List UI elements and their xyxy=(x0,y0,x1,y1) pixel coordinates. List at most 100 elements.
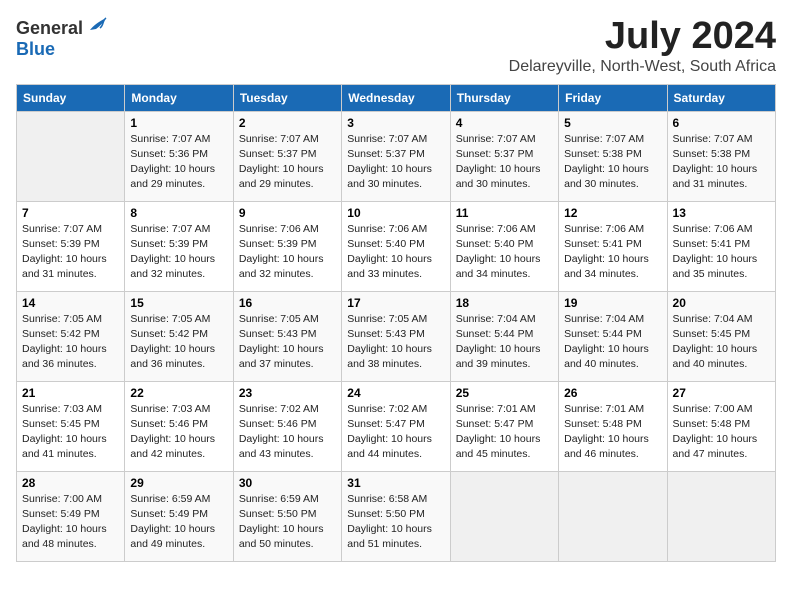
location-title: Delareyville, North-West, South Africa xyxy=(509,58,776,76)
day-number: 11 xyxy=(456,206,553,220)
day-number: 26 xyxy=(564,386,661,400)
day-number: 22 xyxy=(130,386,227,400)
calendar-table: SundayMondayTuesdayWednesdayThursdayFrid… xyxy=(16,84,776,562)
day-number: 18 xyxy=(456,296,553,310)
calendar-week-row: 28Sunrise: 7:00 AM Sunset: 5:49 PM Dayli… xyxy=(17,471,776,561)
day-info: Sunrise: 7:04 AM Sunset: 5:44 PM Dayligh… xyxy=(456,312,553,373)
day-info: Sunrise: 7:03 AM Sunset: 5:45 PM Dayligh… xyxy=(22,402,119,463)
calendar-cell: 23 Sunrise: 7:02 AM Sunset: 5:46 PM Dayli… xyxy=(233,381,341,471)
calendar-cell: 25 Sunrise: 7:01 AM Sunset: 5:47 PM Dayli… xyxy=(450,381,558,471)
calendar-cell xyxy=(450,471,558,561)
calendar-cell: 6 Sunrise: 7:07 AM Sunset: 5:38 PM Daylig… xyxy=(667,111,775,201)
calendar-cell xyxy=(667,471,775,561)
header-day-monday: Monday xyxy=(125,84,233,111)
day-number: 24 xyxy=(347,386,444,400)
calendar-cell: 2 Sunrise: 7:07 AM Sunset: 5:37 PM Daylig… xyxy=(233,111,341,201)
day-number: 8 xyxy=(130,206,227,220)
day-number: 30 xyxy=(239,476,336,490)
calendar-cell: 7Sunrise: 7:07 AM Sunset: 5:39 PM Daylig… xyxy=(17,201,125,291)
calendar-cell: 14 Sunrise: 7:05 AM Sunset: 5:42 PM Dayli… xyxy=(17,291,125,381)
day-number: 28 xyxy=(22,476,119,490)
calendar-cell: 12 Sunrise: 7:06 AM Sunset: 5:41 PM Dayli… xyxy=(559,201,667,291)
calendar-cell: 17 Sunrise: 7:05 AM Sunset: 5:43 PM Dayli… xyxy=(342,291,450,381)
logo-general: General xyxy=(16,18,83,38)
header-day-friday: Friday xyxy=(559,84,667,111)
day-number: 2 xyxy=(239,116,336,130)
day-number: 29 xyxy=(130,476,227,490)
day-number: 14 xyxy=(22,296,119,310)
day-number: 31 xyxy=(347,476,444,490)
day-info: Sunrise: 7:02 AM Sunset: 5:46 PM Dayligh… xyxy=(239,402,336,463)
day-info: Sunrise: 6:59 AM Sunset: 5:49 PM Dayligh… xyxy=(130,492,227,553)
day-info: Sunrise: 6:58 AM Sunset: 5:50 PM Dayligh… xyxy=(347,492,444,553)
logo: General Blue xyxy=(16,16,110,60)
calendar-cell: 13 Sunrise: 7:06 AM Sunset: 5:41 PM Dayli… xyxy=(667,201,775,291)
day-number: 16 xyxy=(239,296,336,310)
calendar-week-row: 14 Sunrise: 7:05 AM Sunset: 5:42 PM Dayli… xyxy=(17,291,776,381)
calendar-cell xyxy=(17,111,125,201)
calendar-cell: 27Sunrise: 7:00 AM Sunset: 5:48 PM Dayli… xyxy=(667,381,775,471)
day-number: 6 xyxy=(673,116,770,130)
day-info: Sunrise: 6:59 AM Sunset: 5:50 PM Dayligh… xyxy=(239,492,336,553)
header-day-wednesday: Wednesday xyxy=(342,84,450,111)
day-number: 7 xyxy=(22,206,119,220)
calendar-cell: 16 Sunrise: 7:05 AM Sunset: 5:43 PM Dayli… xyxy=(233,291,341,381)
day-number: 15 xyxy=(130,296,227,310)
day-info: Sunrise: 7:06 AM Sunset: 5:41 PM Dayligh… xyxy=(564,222,661,283)
day-info: Sunrise: 7:07 AM Sunset: 5:37 PM Dayligh… xyxy=(239,132,336,193)
calendar-cell: 20Sunrise: 7:04 AM Sunset: 5:45 PM Dayli… xyxy=(667,291,775,381)
calendar-header-row: SundayMondayTuesdayWednesdayThursdayFrid… xyxy=(17,84,776,111)
calendar-cell: 24 Sunrise: 7:02 AM Sunset: 5:47 PM Dayli… xyxy=(342,381,450,471)
day-number: 25 xyxy=(456,386,553,400)
header-day-saturday: Saturday xyxy=(667,84,775,111)
day-number: 23 xyxy=(239,386,336,400)
calendar-cell: 18 Sunrise: 7:04 AM Sunset: 5:44 PM Dayli… xyxy=(450,291,558,381)
day-info: Sunrise: 7:05 AM Sunset: 5:42 PM Dayligh… xyxy=(130,312,227,373)
calendar-cell: 4 Sunrise: 7:07 AM Sunset: 5:37 PM Daylig… xyxy=(450,111,558,201)
day-number: 9 xyxy=(239,206,336,220)
day-info: Sunrise: 7:02 AM Sunset: 5:47 PM Dayligh… xyxy=(347,402,444,463)
calendar-cell: 21 Sunrise: 7:03 AM Sunset: 5:45 PM Dayli… xyxy=(17,381,125,471)
day-number: 12 xyxy=(564,206,661,220)
day-number: 21 xyxy=(22,386,119,400)
day-info: Sunrise: 7:05 AM Sunset: 5:43 PM Dayligh… xyxy=(239,312,336,373)
calendar-body: 1Sunrise: 7:07 AM Sunset: 5:36 PM Daylig… xyxy=(17,111,776,561)
calendar-cell: 22 Sunrise: 7:03 AM Sunset: 5:46 PM Dayli… xyxy=(125,381,233,471)
calendar-cell: 29 Sunrise: 6:59 AM Sunset: 5:49 PM Dayli… xyxy=(125,471,233,561)
day-info: Sunrise: 7:05 AM Sunset: 5:43 PM Dayligh… xyxy=(347,312,444,373)
day-info: Sunrise: 7:04 AM Sunset: 5:45 PM Dayligh… xyxy=(673,312,770,373)
logo-blue: Blue xyxy=(16,39,55,59)
day-number: 17 xyxy=(347,296,444,310)
day-info: Sunrise: 7:03 AM Sunset: 5:46 PM Dayligh… xyxy=(130,402,227,463)
day-info: Sunrise: 7:04 AM Sunset: 5:44 PM Dayligh… xyxy=(564,312,661,373)
day-info: Sunrise: 7:07 AM Sunset: 5:38 PM Dayligh… xyxy=(673,132,770,193)
day-info: Sunrise: 7:06 AM Sunset: 5:40 PM Dayligh… xyxy=(347,222,444,283)
calendar-cell: 3Sunrise: 7:07 AM Sunset: 5:37 PM Daylig… xyxy=(342,111,450,201)
calendar-cell: 31 Sunrise: 6:58 AM Sunset: 5:50 PM Dayli… xyxy=(342,471,450,561)
calendar-week-row: 21 Sunrise: 7:03 AM Sunset: 5:45 PM Dayli… xyxy=(17,381,776,471)
calendar-cell: 11 Sunrise: 7:06 AM Sunset: 5:40 PM Dayli… xyxy=(450,201,558,291)
calendar-cell: 28Sunrise: 7:00 AM Sunset: 5:49 PM Dayli… xyxy=(17,471,125,561)
day-info: Sunrise: 7:07 AM Sunset: 5:37 PM Dayligh… xyxy=(456,132,553,193)
day-info: Sunrise: 7:07 AM Sunset: 5:36 PM Dayligh… xyxy=(130,132,227,193)
logo-bird-icon xyxy=(88,16,110,34)
day-number: 3 xyxy=(347,116,444,130)
day-number: 13 xyxy=(673,206,770,220)
day-info: Sunrise: 7:06 AM Sunset: 5:40 PM Dayligh… xyxy=(456,222,553,283)
day-number: 5 xyxy=(564,116,661,130)
title-area: July 2024 Delareyville, North-West, Sout… xyxy=(509,16,776,76)
day-info: Sunrise: 7:01 AM Sunset: 5:48 PM Dayligh… xyxy=(564,402,661,463)
day-info: Sunrise: 7:06 AM Sunset: 5:39 PM Dayligh… xyxy=(239,222,336,283)
calendar-cell: 26 Sunrise: 7:01 AM Sunset: 5:48 PM Dayli… xyxy=(559,381,667,471)
day-info: Sunrise: 7:01 AM Sunset: 5:47 PM Dayligh… xyxy=(456,402,553,463)
day-number: 19 xyxy=(564,296,661,310)
calendar-cell: 1Sunrise: 7:07 AM Sunset: 5:36 PM Daylig… xyxy=(125,111,233,201)
calendar-cell: 19 Sunrise: 7:04 AM Sunset: 5:44 PM Dayli… xyxy=(559,291,667,381)
calendar-cell: 5Sunrise: 7:07 AM Sunset: 5:38 PM Daylig… xyxy=(559,111,667,201)
day-info: Sunrise: 7:05 AM Sunset: 5:42 PM Dayligh… xyxy=(22,312,119,373)
calendar-cell xyxy=(559,471,667,561)
day-info: Sunrise: 7:06 AM Sunset: 5:41 PM Dayligh… xyxy=(673,222,770,283)
day-info: Sunrise: 7:07 AM Sunset: 5:39 PM Dayligh… xyxy=(130,222,227,283)
day-number: 4 xyxy=(456,116,553,130)
header: General Blue July 2024 Delareyville, Nor… xyxy=(16,16,776,76)
